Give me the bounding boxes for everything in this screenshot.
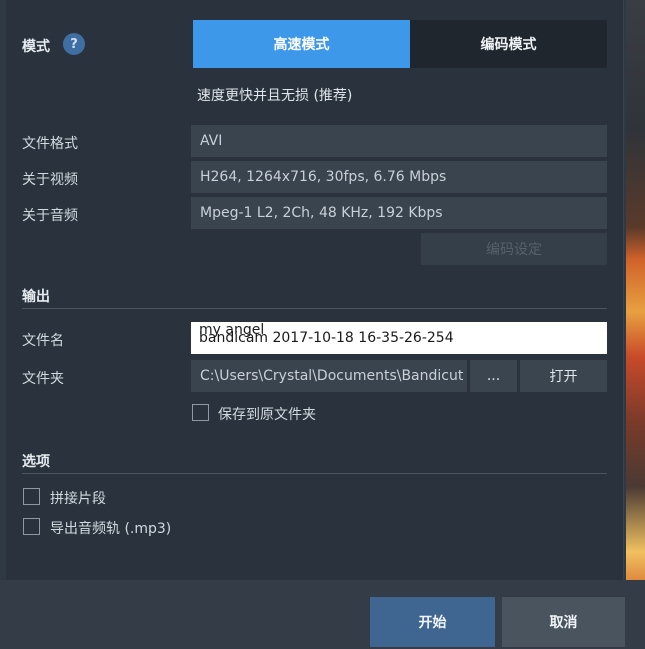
open-folder-button[interactable]: 打开 <box>520 360 607 392</box>
folder-path-field[interactable]: C:\Users\Crystal\Documents\Bandicut <box>191 360 467 392</box>
save-to-source-label: 保存到原文件夹 <box>218 407 316 423</box>
mode-label: 模式 <box>22 39 50 55</box>
mode-description: 速度更快并且无损 (推荐) <box>197 88 353 104</box>
save-to-source-checkbox[interactable] <box>192 404 209 421</box>
file-format-label: 文件格式 <box>22 136 78 152</box>
merge-segments-label: 拼接片段 <box>50 491 106 507</box>
audio-info-label: 关于音频 <box>22 208 78 224</box>
video-info-label: 关于视频 <box>22 172 78 188</box>
background-window-strip <box>626 0 645 649</box>
encode-settings-button[interactable]: 编码设定 <box>421 233 607 265</box>
tab-fast-mode[interactable]: 高速模式 <box>193 20 410 68</box>
browse-folder-button[interactable]: ... <box>470 360 517 392</box>
filename-overlay-text: my angel <box>199 322 265 338</box>
cancel-button[interactable]: 取消 <box>502 597 625 647</box>
start-button[interactable]: 开始 <box>370 597 495 647</box>
audio-info-field: Mpeg-1 L2, 2Ch, 48 KHz, 192 Kbps <box>191 197 607 229</box>
output-section-title: 输出 <box>22 289 50 305</box>
export-audio-label: 导出音频轨 (.mp3) <box>50 521 172 537</box>
video-info-field: H264, 1264x716, 30fps, 6.76 Mbps <box>191 161 607 193</box>
options-section-title: 选项 <box>22 454 50 470</box>
help-icon[interactable]: ? <box>63 33 85 55</box>
merge-segments-checkbox[interactable] <box>23 488 40 505</box>
tab-encode-mode[interactable]: 编码模式 <box>410 20 607 68</box>
export-audio-checkbox[interactable] <box>23 518 40 535</box>
output-divider <box>22 308 607 309</box>
filename-label: 文件名 <box>22 333 64 349</box>
file-format-field: AVI <box>191 125 607 157</box>
folder-label: 文件夹 <box>22 371 64 387</box>
options-divider <box>22 473 607 474</box>
